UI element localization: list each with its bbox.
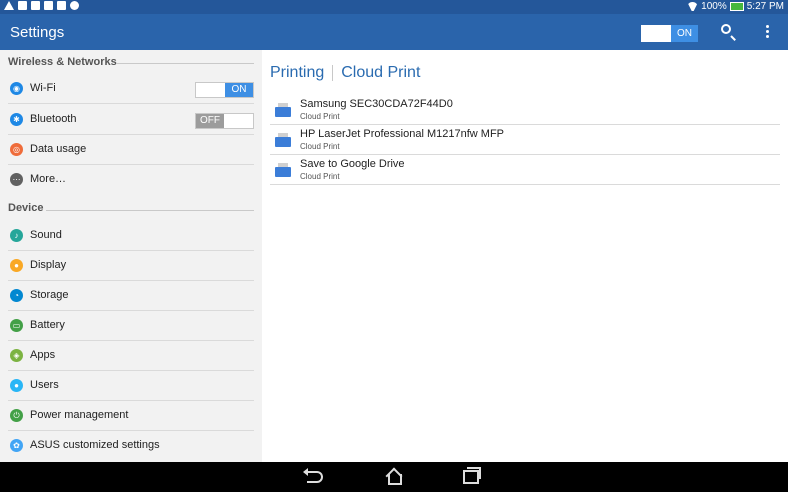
mail-icon	[18, 1, 27, 10]
sidebar-item-label: ASUS customized settings	[30, 439, 160, 451]
more-icon: ⋯	[10, 173, 23, 186]
sidebar-item-label: Storage	[30, 289, 69, 301]
sidebar-item-power-management[interactable]: ⏻ Power management	[0, 401, 262, 431]
app-title: Settings	[10, 24, 65, 41]
search-icon[interactable]	[721, 24, 731, 34]
section-divider	[116, 63, 254, 64]
sidebar-item-more[interactable]: ⋯ More…	[0, 165, 262, 195]
bluetooth-toggle[interactable]: OFF	[195, 113, 254, 129]
breadcrumb: Printing Cloud Print	[270, 64, 420, 82]
overflow-menu-icon[interactable]	[766, 25, 769, 39]
printer-icon	[275, 133, 291, 147]
wifi-icon: ◉	[10, 82, 23, 95]
sidebar-item-users[interactable]: ● Users	[0, 371, 262, 401]
printer-service: Cloud Print	[300, 112, 340, 121]
power-icon: ⏻	[10, 409, 23, 422]
breadcrumb-cloud-print: Cloud Print	[341, 64, 421, 81]
battery-icon: ▭	[10, 319, 23, 332]
sidebar-item-label: Battery	[30, 319, 65, 331]
wifi-toggle[interactable]: ON	[195, 82, 254, 98]
printer-name: HP LaserJet Professional M1217nfw MFP	[300, 128, 504, 140]
sidebar-item-wifi[interactable]: ◉ Wi-Fi ON	[0, 74, 262, 104]
bluetooth-icon: ✱	[10, 113, 23, 126]
battery-icon	[729, 2, 744, 11]
sidebar-item-apps[interactable]: ◈ Apps	[0, 341, 262, 371]
breadcrumb-printing[interactable]: Printing	[270, 64, 324, 82]
sidebar-item-bluetooth[interactable]: ✱ Bluetooth OFF	[0, 105, 262, 135]
storage-icon: ◔	[10, 289, 23, 302]
sidebar-item-label: Sound	[30, 229, 62, 241]
sidebar-item-battery[interactable]: ▭ Battery	[0, 311, 262, 341]
asus-settings-icon: ✿	[10, 439, 23, 452]
section-header-wireless: Wireless & Networks	[8, 56, 117, 68]
notification-icons	[4, 1, 79, 10]
printer-service: Cloud Print	[300, 172, 340, 181]
printer-name: Samsung SEC30CDA72F44D0	[300, 98, 453, 110]
warning-icon	[4, 1, 14, 10]
printer-icon	[275, 103, 291, 117]
sidebar-item-label: More…	[30, 173, 67, 185]
sidebar-item-asus-customized-settings[interactable]: ✿ ASUS customized settings	[0, 431, 262, 461]
printer-item[interactable]: Samsung SEC30CDA72F44D0 Cloud Print	[270, 95, 780, 125]
sidebar-item-label: Display	[30, 259, 67, 271]
display-icon: ●	[10, 259, 23, 272]
battery-percent: 100%	[701, 1, 727, 12]
sidebar-item-label: Users	[30, 379, 59, 391]
bag-icon	[57, 1, 66, 10]
recent-apps-icon[interactable]	[463, 467, 481, 484]
printer-item[interactable]: HP LaserJet Professional M1217nfw MFP Cl…	[270, 125, 780, 155]
sidebar-item-label: Wi-Fi	[30, 82, 56, 94]
cloud-print-toggle[interactable]: ON	[641, 25, 698, 42]
section-header-device: Device	[8, 202, 44, 214]
sidebar-item-storage[interactable]: ◔ Storage	[0, 281, 262, 311]
sound-icon: ♪	[10, 229, 23, 242]
toggle-state: OFF	[196, 114, 224, 128]
sidebar-item-data-usage[interactable]: ◎ Data usage	[0, 135, 262, 165]
back-icon[interactable]	[303, 468, 323, 483]
sidebar-item-label: Power management	[30, 409, 129, 421]
sidebar-item-label: Apps	[30, 349, 56, 361]
printer-icon	[275, 163, 291, 177]
clock: 5:27 PM	[746, 1, 784, 12]
printer-service: Cloud Print	[300, 142, 340, 151]
cloud-print-pane: Printing Cloud Print Samsung SEC30CDA72F…	[262, 50, 788, 462]
status-bar: 100% 5:27 PM	[0, 0, 788, 14]
data-usage-icon: ◎	[10, 143, 23, 156]
download-icon	[31, 1, 40, 10]
toggle-state: ON	[225, 83, 253, 97]
printer-item[interactable]: Save to Google Drive Cloud Print	[270, 155, 780, 185]
sidebar-item-sound[interactable]: ♪ Sound	[0, 221, 262, 251]
printer-name: Save to Google Drive	[300, 158, 405, 170]
sidebar-item-label: Data usage	[30, 143, 87, 155]
home-icon[interactable]	[386, 468, 404, 486]
wifi-signal-icon	[687, 2, 698, 11]
sidebar-item-label: Bluetooth	[30, 113, 77, 125]
apps-icon: ◈	[10, 349, 23, 362]
chat-icon	[70, 1, 79, 10]
section-divider	[46, 210, 254, 211]
action-bar: Settings ON	[0, 14, 788, 50]
users-icon: ●	[10, 379, 23, 392]
bag-icon	[44, 1, 53, 10]
sidebar-item-display[interactable]: ● Display	[0, 251, 262, 281]
settings-sidebar: Wireless & Networks ◉ Wi-Fi ON ✱ Bluetoo…	[0, 50, 262, 462]
toggle-on-label: ON	[671, 25, 698, 42]
